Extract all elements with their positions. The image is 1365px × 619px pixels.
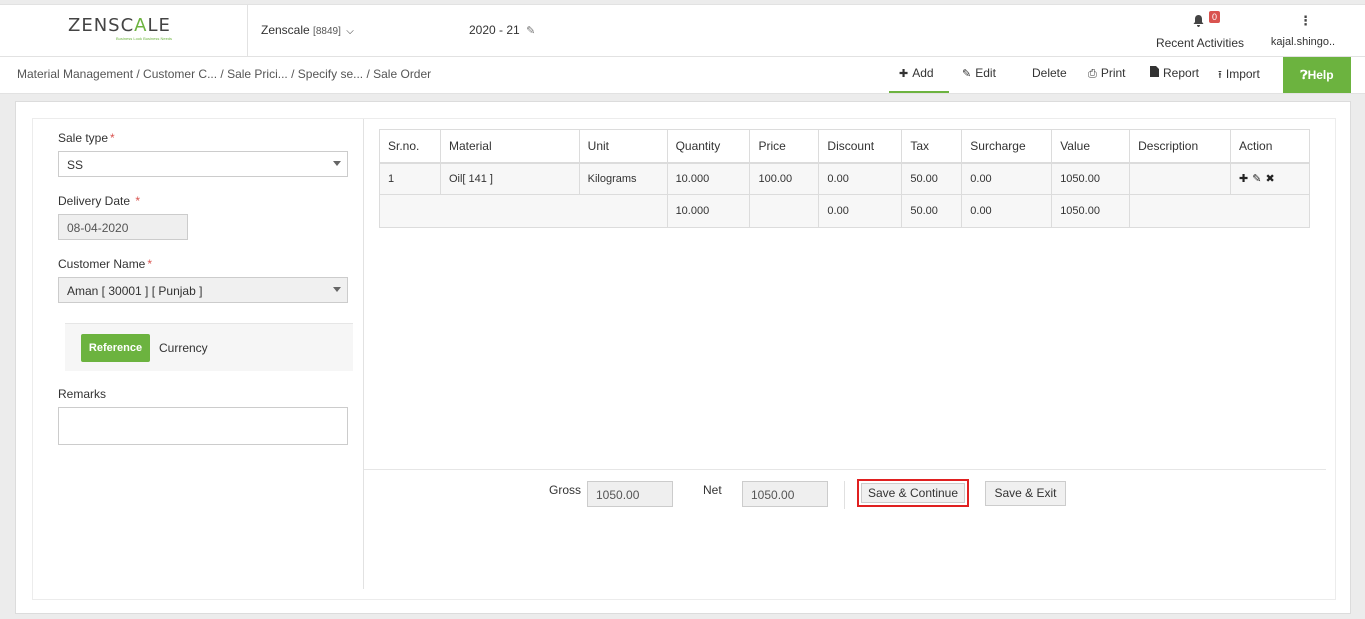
company-code: [8849]	[313, 26, 341, 37]
column-header[interactable]: Unit	[578, 129, 668, 164]
username-label: kajal.shingo..	[1270, 36, 1336, 48]
table-row[interactable]: 1 Oil[ 141 ] Kilograms 10.000 100.00 0.0…	[379, 162, 1310, 195]
logo[interactable]: ZENSCALE Business Look Business Needs	[0, 5, 248, 57]
save-exit-button[interactable]: Save & Exit	[985, 481, 1066, 506]
top-header: ZENSCALE Business Look Business Needs Ze…	[0, 4, 1365, 57]
print-button[interactable]: ⎙ Print	[1088, 66, 1126, 81]
logo-tagline: Business Look Business Needs	[116, 36, 173, 41]
column-header[interactable]: Price	[749, 129, 820, 164]
cell-value: 1050.00	[1051, 162, 1131, 195]
cell-srno: 1	[379, 162, 441, 195]
tab-currency[interactable]: Currency	[159, 341, 208, 355]
table-total-row: 10.000 0.00 50.00 0.00 1050.00	[379, 194, 1310, 228]
delivery-date-field[interactable]: 08-04-2020	[58, 214, 188, 240]
sale-type-label: Sale type *	[58, 131, 115, 145]
total-label-cell	[379, 194, 668, 228]
net-label: Net	[703, 483, 722, 497]
fiscal-year-label: 2020 - 21	[469, 23, 520, 37]
cell-price: 100.00	[749, 162, 820, 195]
gross-field: 1050.00	[587, 481, 673, 507]
add-button[interactable]: ✚ Add	[889, 66, 949, 93]
save-continue-highlight: Save & Continue	[857, 479, 969, 507]
total-quantity: 10.000	[666, 194, 751, 228]
net-field: 1050.00	[742, 481, 828, 507]
material-table: Sr.no. Material Unit Quantity Price Disc…	[379, 129, 1310, 228]
fiscal-year-selector[interactable]: 2020 - 21 ✎	[469, 23, 535, 37]
caret-down-icon	[333, 287, 341, 292]
remarks-label: Remarks	[58, 387, 107, 401]
company-name: Zenscale	[261, 23, 310, 37]
column-header[interactable]: Description	[1129, 129, 1232, 164]
total-tax: 50.00	[901, 194, 963, 228]
help-button[interactable]: ❓︎Help	[1283, 57, 1351, 93]
recent-activities-label: Recent Activities	[1155, 36, 1245, 50]
breadcrumb[interactable]: Material Management / Customer C... / Sa…	[17, 67, 431, 81]
upload-icon: ⭱	[1218, 69, 1222, 81]
import-button[interactable]: ⭱ Import	[1218, 66, 1260, 85]
caret-down-icon	[333, 161, 341, 166]
sale-order-form: Sale type * SS Delivery Date * 08-04-2020…	[32, 118, 1336, 600]
tab-reference[interactable]: Reference	[81, 334, 150, 362]
bell-icon	[1193, 15, 1204, 30]
column-header[interactable]: Tax	[901, 129, 963, 164]
notification-count-badge: 0	[1209, 11, 1221, 23]
footer-separator	[844, 481, 845, 509]
cell-quantity: 10.000	[666, 162, 751, 195]
edit-icon: ✎	[962, 68, 972, 80]
edit-icon[interactable]: ✎	[1252, 173, 1261, 185]
total-surcharge: 0.00	[961, 194, 1053, 228]
report-button[interactable]: Report	[1150, 66, 1199, 80]
cell-description	[1129, 162, 1232, 195]
column-header[interactable]: Value	[1051, 129, 1131, 164]
print-icon: ⎙	[1088, 68, 1097, 80]
save-continue-button[interactable]: Save & Continue	[861, 483, 965, 503]
recent-activities-button[interactable]: 0 Recent Activities	[1150, 9, 1250, 53]
user-menu[interactable]: ⋮ kajal.shingo..	[1265, 9, 1341, 53]
cell-tax: 50.00	[901, 162, 963, 195]
footer-divider	[364, 469, 1326, 470]
column-header[interactable]: Sr.no.	[379, 129, 441, 164]
edit-button[interactable]: ✎ Edit	[962, 66, 996, 80]
total-discount: 0.00	[818, 194, 903, 228]
column-header[interactable]: Surcharge	[961, 129, 1053, 164]
sale-type-select[interactable]: SS	[58, 151, 348, 177]
column-header[interactable]: Discount	[818, 129, 903, 164]
total-empty	[1129, 194, 1310, 228]
gross-label: Gross	[549, 483, 582, 497]
cell-unit: Kilograms	[578, 162, 668, 195]
edit-icon[interactable]: ✎	[526, 25, 535, 37]
customer-name-label: Customer Name *	[58, 257, 153, 271]
reference-currency-tabs: Reference Currency	[65, 323, 353, 371]
table-header-row: Sr.no. Material Unit Quantity Price Disc…	[379, 129, 1310, 164]
plus-icon: ✚	[899, 68, 909, 80]
breadcrumb-bar: Material Management / Customer C... / Sa…	[0, 57, 1365, 94]
chevron-down-icon: ⌵	[346, 26, 354, 37]
add-row-icon[interactable]: ✚	[1239, 173, 1248, 185]
logo-text: ZENSCALE	[68, 15, 171, 36]
delivery-date-label: Delivery Date *	[58, 194, 141, 208]
more-vertical-icon: ⋮	[1299, 13, 1312, 28]
delete-button[interactable]: Delete	[1032, 66, 1067, 80]
column-header[interactable]: Material	[439, 129, 580, 164]
cell-surcharge: 0.00	[961, 162, 1053, 195]
cell-actions: ✚ ✎ ✖	[1230, 162, 1310, 195]
total-price	[749, 194, 820, 228]
cell-discount: 0.00	[818, 162, 903, 195]
remarks-textarea[interactable]	[58, 407, 348, 445]
question-circle-icon: ❓︎	[1300, 68, 1308, 82]
company-selector[interactable]: Zenscale [8849] ⌵	[261, 23, 354, 37]
form-left-column: Sale type * SS Delivery Date * 08-04-2020…	[33, 119, 364, 589]
customer-name-select[interactable]: Aman [ 30001 ] [ Punjab ]	[58, 277, 348, 303]
total-value: 1050.00	[1051, 194, 1131, 228]
cell-material: Oil[ 141 ]	[439, 162, 580, 195]
file-icon	[1150, 66, 1159, 80]
column-header[interactable]: Quantity	[666, 129, 751, 164]
sale-order-panel: Sale type * SS Delivery Date * 08-04-2020…	[15, 101, 1351, 614]
close-icon[interactable]: ✖	[1265, 173, 1274, 185]
column-header: Action	[1230, 129, 1310, 164]
